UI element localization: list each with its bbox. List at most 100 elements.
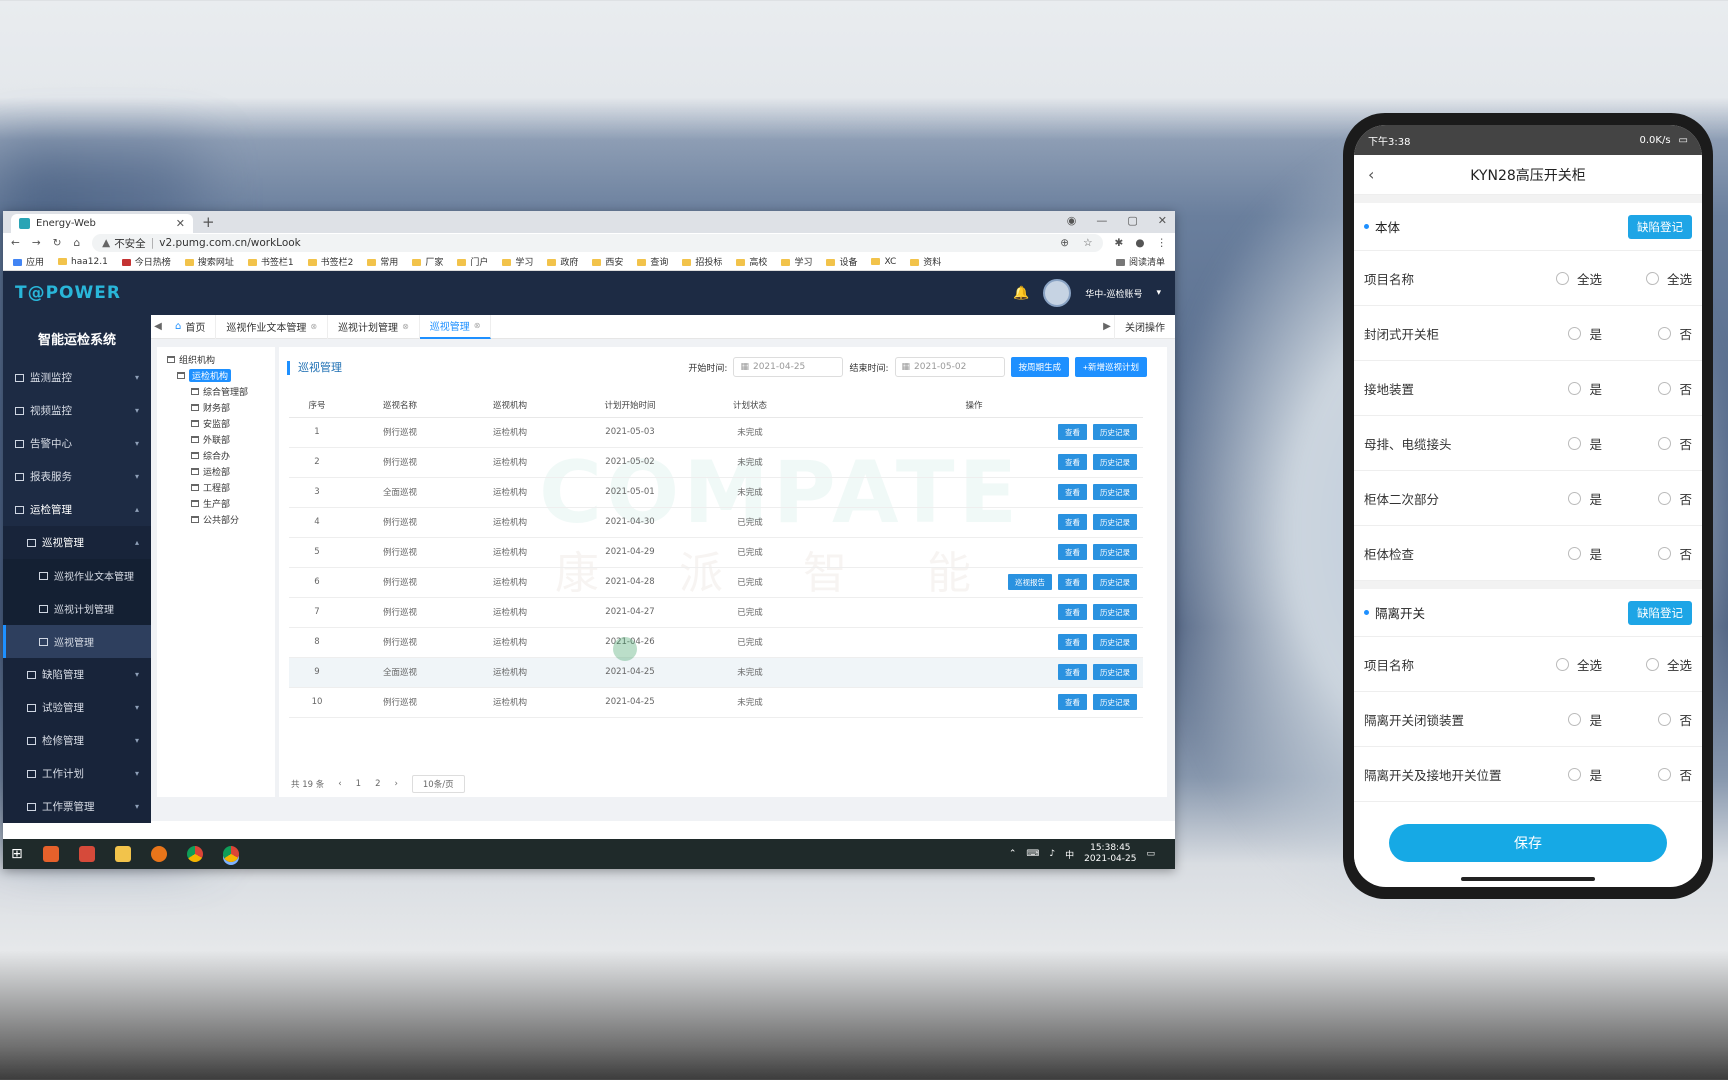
back-icon[interactable]: ← <box>11 237 20 249</box>
bookmark-item[interactable]: 查询 <box>637 255 668 268</box>
sidebar-item[interactable]: 巡视管理 ▴ <box>3 526 151 559</box>
reading-list[interactable]: 阅读清单 <box>1116 255 1165 268</box>
notification-icon[interactable]: ▭ <box>1146 849 1155 859</box>
tree-node[interactable]: 外联部 <box>163 431 269 447</box>
network-icon[interactable]: ⌨ <box>1026 849 1039 859</box>
close-tab-icon[interactable]: ⊗ <box>402 322 409 331</box>
menu-icon[interactable]: ⋮ <box>1157 237 1168 249</box>
bookmark-item[interactable]: 学习 <box>502 255 533 268</box>
bookmark-item[interactable]: 书签栏2 <box>308 255 354 268</box>
row-action-button[interactable]: 巡视报告 <box>1008 574 1052 590</box>
option-no[interactable]: 全选 <box>1604 655 1692 674</box>
row-action-button[interactable]: 查看 <box>1058 514 1087 530</box>
tree-node[interactable]: 公共部分 <box>163 511 269 527</box>
radio[interactable] <box>1555 657 1569 671</box>
reload-icon[interactable]: ↻ <box>53 237 62 249</box>
ime-indicator[interactable]: 中 <box>1065 848 1074 861</box>
option-yes[interactable]: 是 <box>1514 379 1602 398</box>
radio[interactable] <box>1658 491 1672 505</box>
page-1[interactable]: 1 <box>356 779 361 789</box>
page-tab[interactable]: 巡视作业文本管理 ⊗ <box>216 314 329 339</box>
folder-icon[interactable] <box>114 846 131 862</box>
close-ops-dropdown[interactable]: 关闭操作 <box>1114 314 1175 339</box>
option-yes[interactable]: 是 <box>1514 710 1602 729</box>
search-icon[interactable] <box>42 846 59 862</box>
profile-icon[interactable]: ◉ <box>1067 214 1077 227</box>
row-action-button[interactable]: 查看 <box>1058 694 1087 710</box>
radio[interactable] <box>1568 381 1582 395</box>
radio[interactable] <box>1568 767 1582 781</box>
row-action-button[interactable]: 历史记录 <box>1093 544 1137 560</box>
sidebar-item[interactable]: 巡视计划管理 <box>3 592 151 625</box>
radio[interactable] <box>1658 712 1672 726</box>
row-action-button[interactable]: 查看 <box>1058 484 1087 500</box>
tray-arrow-icon[interactable]: ⌃ <box>1009 849 1017 859</box>
radio[interactable] <box>1658 767 1672 781</box>
bookmark-item[interactable]: 书签栏1 <box>248 255 294 268</box>
windows-start-icon[interactable]: ⊞ <box>11 846 23 862</box>
browser-tab[interactable]: Energy-Web ✕ <box>11 214 193 233</box>
tree-node[interactable]: 运检部 <box>163 463 269 479</box>
generate-button[interactable]: 按周期生成 <box>1010 357 1070 377</box>
end-date-input[interactable]: ▦ 2021-05-02 <box>894 357 1005 377</box>
tabs-next-icon[interactable]: ▶ <box>1100 321 1114 332</box>
option-no[interactable]: 否 <box>1604 324 1692 343</box>
row-action-button[interactable]: 查看 <box>1058 454 1087 470</box>
radio[interactable] <box>1658 326 1672 340</box>
bookmark-item[interactable]: 西安 <box>592 255 623 268</box>
option-no[interactable]: 全选 <box>1604 269 1692 288</box>
bookmark-item[interactable]: 常用 <box>367 255 398 268</box>
page-tab[interactable]: 巡视管理 ⊗ <box>419 314 492 339</box>
page-tab[interactable]: 巡视计划管理 ⊗ <box>328 314 420 339</box>
sidebar-item[interactable]: 报表服务 ▾ <box>3 460 151 493</box>
extensions-icon[interactable]: ✱ <box>1115 237 1124 249</box>
clock[interactable]: 15:38:45 2021-04-25 <box>1084 843 1136 865</box>
row-action-button[interactable]: 历史记录 <box>1093 514 1137 530</box>
sidebar-item[interactable]: 巡视管理 <box>3 625 151 658</box>
zoom-icon[interactable]: ⊕ <box>1060 237 1069 249</box>
radio[interactable] <box>1568 712 1582 726</box>
option-no[interactable]: 否 <box>1604 710 1692 729</box>
star-icon[interactable]: ☆ <box>1083 237 1092 249</box>
bookmark-item[interactable]: 招投标 <box>682 255 722 268</box>
close-tab-icon[interactable]: ✕ <box>176 217 185 230</box>
chrome-active-icon[interactable] <box>222 846 239 862</box>
back-arrow-icon[interactable]: ‹ <box>1368 165 1374 184</box>
row-action-button[interactable]: 查看 <box>1058 634 1087 650</box>
row-action-button[interactable]: 历史记录 <box>1093 484 1137 500</box>
defect-register-button[interactable]: 缺陷登记 <box>1628 600 1692 625</box>
bookmark-item[interactable]: XC <box>871 257 896 267</box>
option-yes[interactable]: 全选 <box>1514 269 1602 288</box>
add-plan-button[interactable]: +新增巡视计划 <box>1075 357 1147 377</box>
row-action-button[interactable]: 历史记录 <box>1093 664 1137 680</box>
prev-page-icon[interactable]: ‹ <box>338 779 341 789</box>
sidebar-item[interactable]: 工作计划 ▾ <box>3 757 151 790</box>
sidebar-item[interactable]: 巡视作业文本管理 <box>3 559 151 592</box>
bookmark-item[interactable]: 高校 <box>736 255 767 268</box>
app-icon[interactable] <box>78 846 95 862</box>
radio[interactable] <box>1645 657 1659 671</box>
row-action-button[interactable]: 查看 <box>1058 574 1087 590</box>
maximize-icon[interactable]: ▢ <box>1127 214 1137 227</box>
bookmark-item[interactable]: 资料 <box>910 255 941 268</box>
tree-node[interactable]: 财务部 <box>163 399 269 415</box>
option-no[interactable]: 否 <box>1604 765 1692 784</box>
radio[interactable] <box>1568 326 1582 340</box>
tree-node[interactable]: 工程部 <box>163 479 269 495</box>
tree-node[interactable]: 综合管理部 <box>163 383 269 399</box>
volume-icon[interactable]: ♪ <box>1049 849 1055 859</box>
sidebar-item[interactable]: 视频监控 ▾ <box>3 394 151 427</box>
row-action-button[interactable]: 历史记录 <box>1093 574 1137 590</box>
option-no[interactable]: 否 <box>1604 379 1692 398</box>
radio[interactable] <box>1555 271 1569 285</box>
page-tab[interactable]: ⌂ 首页 <box>165 314 217 339</box>
close-tab-icon[interactable]: ⊗ <box>310 322 317 331</box>
row-action-button[interactable]: 查看 <box>1058 604 1087 620</box>
sidebar-item[interactable]: 检修管理 ▾ <box>3 724 151 757</box>
option-no[interactable]: 否 <box>1604 489 1692 508</box>
sidebar-item[interactable]: 告警中心 ▾ <box>3 427 151 460</box>
bookmark-item[interactable]: 应用 <box>13 255 44 268</box>
option-yes[interactable]: 是 <box>1514 324 1602 343</box>
radio[interactable] <box>1658 546 1672 560</box>
row-action-button[interactable]: 历史记录 <box>1093 604 1137 620</box>
